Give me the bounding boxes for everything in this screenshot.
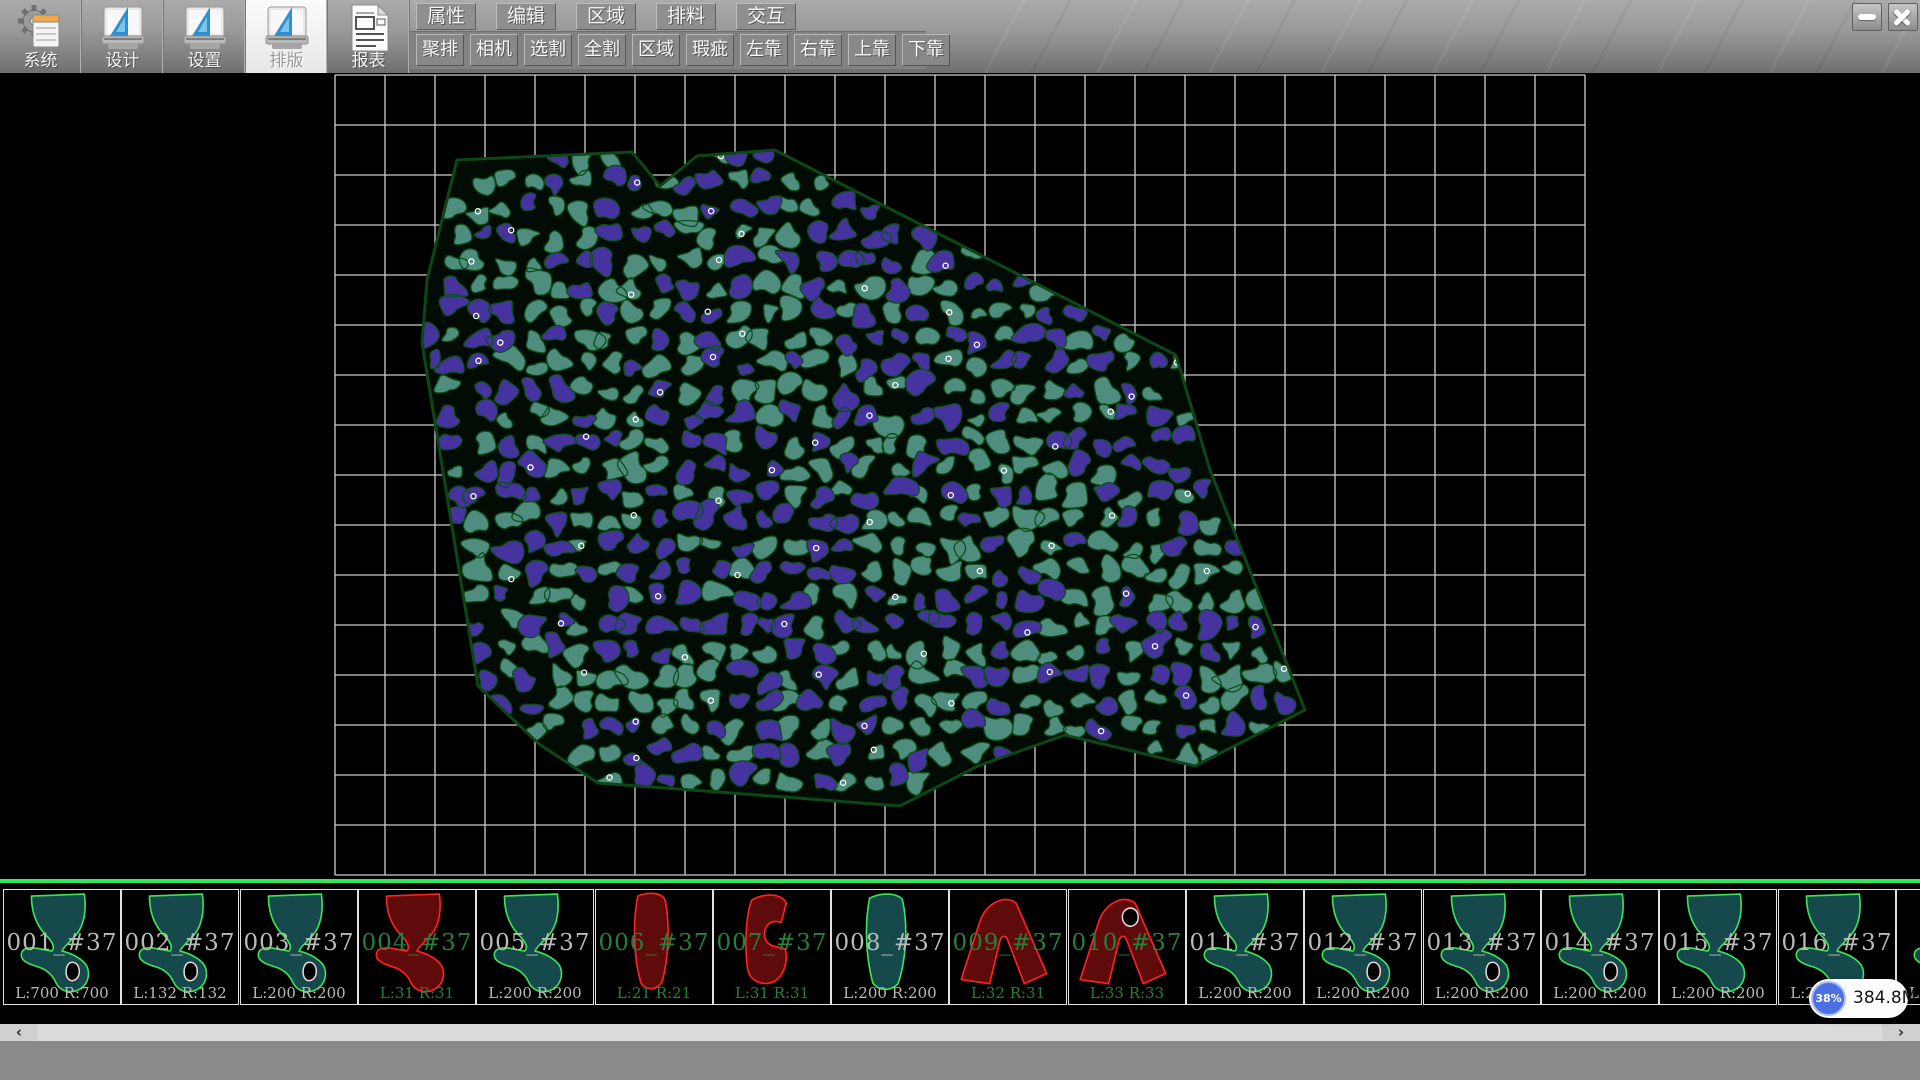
- part-thumbnail[interactable]: 008_#37 L:200 R:200: [831, 889, 949, 1005]
- toolbar: 系统 设计 设置 排版 报表 属性编辑区域排料交互 聚排相机选割全割区域瑕疵左靠…: [0, 0, 1920, 74]
- part-id-label: 007_#37: [714, 930, 830, 956]
- part-lr-count: L:132 R:132: [122, 984, 238, 1002]
- part-thumbnail-strip: 001_#37 L:700 R:700 002_#37 L:132 R:132 00…: [0, 883, 1920, 1024]
- toolbar-button-label: 设置: [164, 46, 245, 71]
- part-id-label: 016_#37: [1779, 930, 1895, 956]
- tool-button-align-right[interactable]: 右靠: [794, 34, 842, 66]
- memory-size-label: 384.8M: [1853, 979, 1916, 1018]
- part-thumbnail[interactable]: 013_#37 L:200 R:200: [1423, 889, 1541, 1005]
- toolbar-button-layout[interactable]: 排版: [246, 0, 328, 73]
- toolbar-button-report[interactable]: 报表: [328, 0, 410, 73]
- minimize-button[interactable]: [1852, 3, 1882, 31]
- part-lr-count: L:200 R:200: [1424, 984, 1540, 1002]
- menu-tab-edit[interactable]: 编辑: [496, 3, 556, 30]
- part-lr-count: L:200 R:200: [1187, 984, 1303, 1002]
- menu-tab-properties[interactable]: 属性: [416, 3, 476, 30]
- toolbar-button-label: 设计: [82, 46, 163, 71]
- menu-tab-bar: 属性编辑区域排料交互: [416, 3, 796, 30]
- scroll-right-button[interactable]: ›: [1882, 1024, 1920, 1041]
- part-id-label: 015_#37: [1660, 930, 1776, 956]
- part-id-label: 012_#37: [1305, 930, 1421, 956]
- toolbar-button-design[interactable]: 设计: [82, 0, 164, 73]
- toolbar-texture: [960, 0, 1920, 73]
- tool-button-region[interactable]: 区域: [632, 34, 680, 66]
- tool-button-align-left[interactable]: 左靠: [740, 34, 788, 66]
- part-lr-count: L:21 R:21: [596, 984, 712, 1002]
- part-id-label: 014_#37: [1542, 930, 1658, 956]
- tool-button-row: 聚排相机选割全割区域瑕疵左靠右靠上靠下靠: [416, 34, 950, 66]
- part-id-label: 011_#37: [1187, 930, 1303, 956]
- status-footer: [0, 1041, 1920, 1080]
- part-lr-count: L:200 R:200: [1660, 984, 1776, 1002]
- part-thumbnail[interactable]: 015_#37 L:200 R:200: [1659, 889, 1777, 1005]
- part-lr-count: L:200 R:200: [1305, 984, 1421, 1002]
- part-lr-count: L:32 R:31: [950, 984, 1066, 1002]
- part-lr-count: L:31 R:31: [714, 984, 830, 1002]
- memory-usage-badge[interactable]: 38% 384.8M: [1809, 979, 1908, 1018]
- icon-toolbar: 系统 设计 设置 排版 报表: [0, 0, 410, 73]
- part-thumbnail[interactable]: 007_#37 L:31 R:31: [713, 889, 831, 1005]
- part-lr-count: L:200 R:200: [241, 984, 357, 1002]
- part-id-label: 006_#37: [596, 930, 712, 956]
- nesting-canvas[interactable]: [0, 73, 1920, 880]
- tool-button-camera[interactable]: 相机: [470, 34, 518, 66]
- tool-button-cluster-nest[interactable]: 聚排: [416, 34, 464, 66]
- part-id-label: 013_#37: [1424, 930, 1540, 956]
- part-id-label: 009_#37: [950, 930, 1066, 956]
- part-lr-count: L:33 R:33: [1069, 984, 1185, 1002]
- menu-tab-region[interactable]: 区域: [576, 3, 636, 30]
- part-thumbnail[interactable]: 014_#37 L:200 R:200: [1541, 889, 1659, 1005]
- toolbar-button-system[interactable]: 系统: [0, 0, 82, 73]
- window-controls: [1852, 3, 1918, 31]
- part-id-label: 010_#37: [1069, 930, 1185, 956]
- part-thumbnail[interactable]: 001_#37 L:700 R:700: [3, 889, 121, 1005]
- tool-button-defect[interactable]: 瑕疵: [686, 34, 734, 66]
- minimize-icon: [1858, 14, 1876, 20]
- menu-tab-interaction[interactable]: 交互: [736, 3, 796, 30]
- tool-button-align-bottom[interactable]: 下靠: [902, 34, 950, 66]
- scroll-left-button[interactable]: ‹: [0, 1024, 38, 1041]
- toolbar-button-label: 系统: [0, 46, 81, 71]
- part-lr-count: L:200 R:200: [477, 984, 593, 1002]
- tool-button-select-cut[interactable]: 选割: [524, 34, 572, 66]
- part-id-label: 002_#37: [122, 930, 238, 956]
- part-id-label: 001_#37: [4, 930, 120, 956]
- part-lr-count: L:700 R:700: [4, 984, 120, 1002]
- tool-button-align-top[interactable]: 上靠: [848, 34, 896, 66]
- part-thumbnail[interactable]: 009_#37 L:32 R:31: [949, 889, 1067, 1005]
- part-thumbnail[interactable]: 012_#37 L:200 R:200: [1304, 889, 1422, 1005]
- part-id-label: 008_#37: [832, 930, 948, 956]
- part-thumbnail[interactable]: 005_#37 L:200 R:200: [476, 889, 594, 1005]
- toolbar-button-label: 报表: [328, 46, 409, 71]
- part-thumbnail[interactable]: 011_#37 L:200 R:200: [1186, 889, 1304, 1005]
- tool-button-cut-all[interactable]: 全割: [578, 34, 626, 66]
- close-button[interactable]: [1888, 3, 1918, 31]
- part-id-label: 004_#37: [359, 930, 475, 956]
- toolbar-button-label: 排版: [246, 46, 327, 71]
- part-thumbnail[interactable]: 004_#37 L:31 R:31: [358, 889, 476, 1005]
- part-id-label: 005_#37: [477, 930, 593, 956]
- menu-tab-nesting[interactable]: 排料: [656, 3, 716, 30]
- part-thumbnail[interactable]: 010_#37 L:33 R:33: [1068, 889, 1186, 1005]
- horizontal-scrollbar[interactable]: ‹ ›: [0, 1024, 1920, 1041]
- part-lr-count: L:200 R:200: [832, 984, 948, 1002]
- part-id-label: 003_#37: [241, 930, 357, 956]
- part-lr-count: L:31 R:31: [359, 984, 475, 1002]
- toolbar-button-settings[interactable]: 设置: [164, 0, 246, 73]
- progress-circle: 38%: [1811, 981, 1846, 1016]
- part-thumbnail[interactable]: 002_#37 L:132 R:132: [121, 889, 239, 1005]
- part-lr-count: L:200 R:200: [1542, 984, 1658, 1002]
- part-thumbnail[interactable]: 003_#37 L:200 R:200: [240, 889, 358, 1005]
- part-thumbnail[interactable]: 006_#37 L:21 R:21: [595, 889, 713, 1005]
- application-window: 系统 设计 设置 排版 报表 属性编辑区域排料交互 聚排相机选割全割区域瑕疵左靠…: [0, 0, 1920, 1080]
